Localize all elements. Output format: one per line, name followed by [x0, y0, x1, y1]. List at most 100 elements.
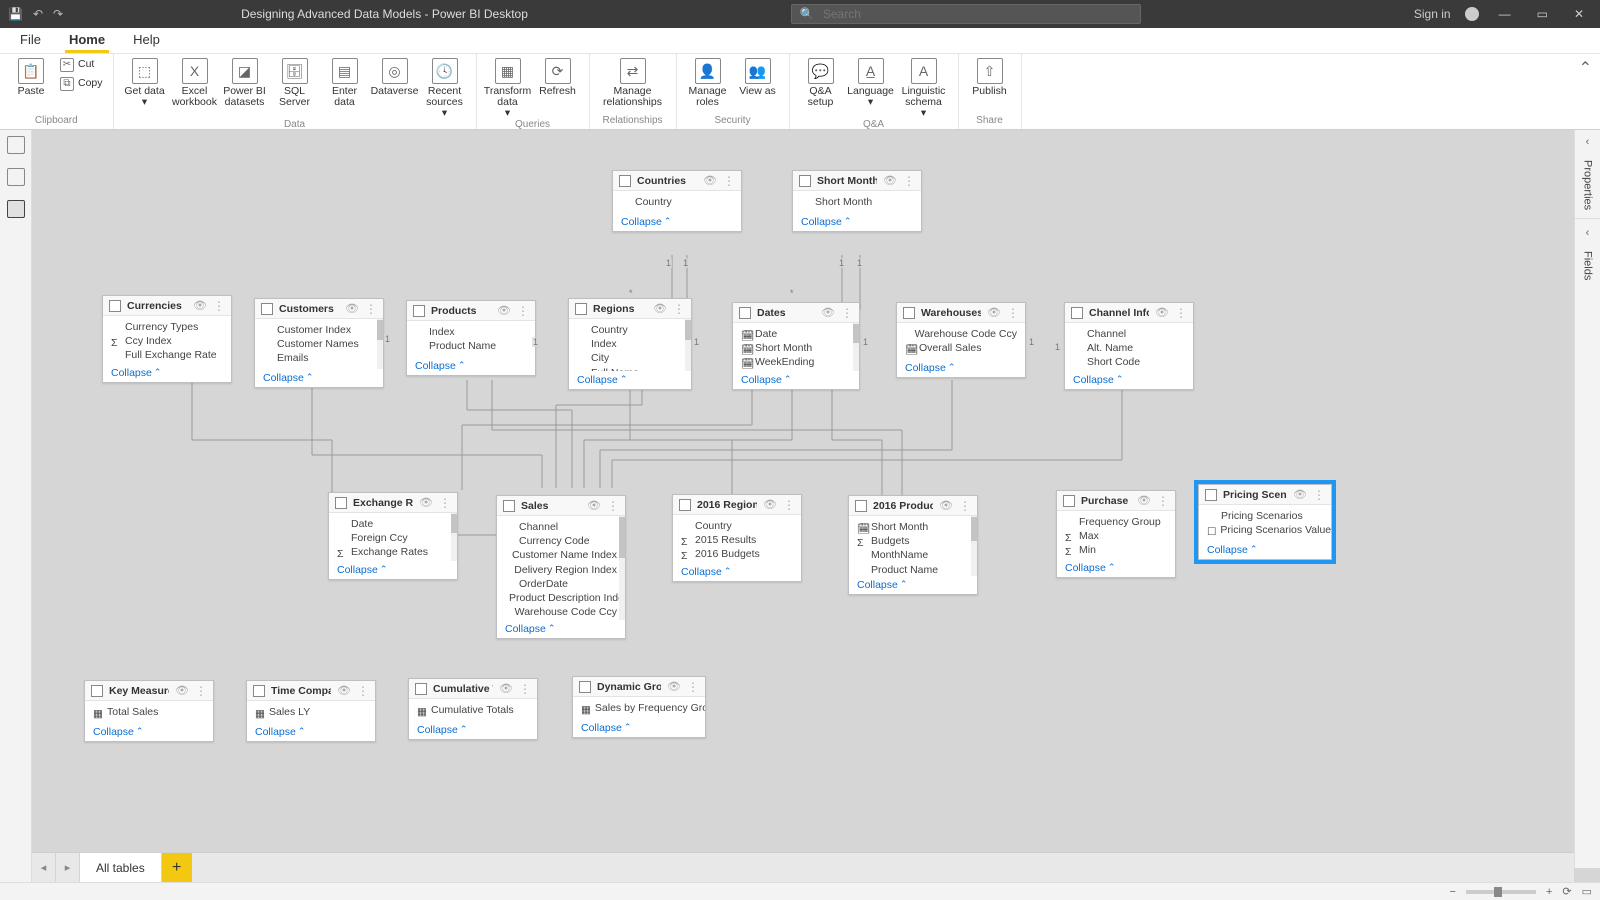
collapse-link[interactable]: Collapse⌃: [85, 723, 213, 741]
more-options-icon[interactable]: ⋮: [607, 499, 619, 513]
more-options-icon[interactable]: ⋮: [1157, 494, 1169, 508]
visibility-icon[interactable]: 👁: [939, 499, 953, 512]
field-row[interactable]: Short Month: [801, 195, 913, 209]
tab-help[interactable]: Help: [119, 28, 174, 53]
table-header[interactable]: Pricing Scenarios 👁 ⋮: [1199, 485, 1331, 505]
more-options-icon[interactable]: ⋮: [687, 680, 699, 694]
zoom-in-button[interactable]: +: [1546, 886, 1552, 898]
field-scrollbar[interactable]: [853, 323, 859, 371]
more-options-icon[interactable]: ⋮: [517, 304, 529, 318]
field-row[interactable]: Customer Names: [263, 337, 375, 351]
collapse-link[interactable]: Collapse⌃: [849, 576, 977, 594]
table-header[interactable]: Countries 👁 ⋮: [613, 171, 741, 191]
user-avatar-icon[interactable]: [1465, 7, 1479, 21]
collapse-link[interactable]: Collapse⌃: [247, 723, 375, 741]
visibility-icon[interactable]: 👁: [337, 684, 351, 697]
excel-button[interactable]: XExcel workbook: [172, 56, 218, 108]
visibility-icon[interactable]: 👁: [883, 174, 897, 187]
table-header[interactable]: Dynamic Grouping 👁 ⋮: [573, 677, 705, 697]
field-row[interactable]: Currency Code: [505, 534, 617, 548]
collapse-link[interactable]: Collapse⌃: [1065, 371, 1193, 389]
more-options-icon[interactable]: ⋮: [365, 302, 377, 316]
zoom-slider[interactable]: [1466, 890, 1536, 894]
pbi-datasets-button[interactable]: ◪Power BI datasets: [222, 56, 268, 108]
more-options-icon[interactable]: ⋮: [959, 499, 971, 513]
field-row[interactable]: ▦Sales by Frequency Group: [581, 701, 697, 715]
linguistic-schema-button[interactable]: ALinguistic schema▾: [898, 56, 950, 119]
table-pricing-scenarios[interactable]: Pricing Scenarios 👁 ⋮ Pricing Scenarios☐…: [1198, 484, 1332, 560]
more-options-icon[interactable]: ⋮: [783, 498, 795, 512]
collapse-link[interactable]: Collapse⌃: [569, 371, 691, 389]
table-header[interactable]: Regions 👁 ⋮: [569, 299, 691, 319]
minimize-button[interactable]: —: [1493, 7, 1517, 21]
field-row[interactable]: City: [577, 351, 683, 365]
field-row[interactable]: Full Exchange Rate: [111, 348, 223, 362]
properties-expand-button[interactable]: ‹: [1586, 130, 1590, 154]
field-scrollbar[interactable]: [377, 319, 383, 369]
table-header[interactable]: Exchange Rates 👁 ⋮: [329, 493, 457, 513]
table-key-measures[interactable]: Key Measures 👁 ⋮ ▦Total Sales Collapse⌃: [84, 680, 214, 742]
qa-setup-button[interactable]: 💬Q&A setup: [798, 56, 844, 108]
page-tab-all-tables[interactable]: All tables: [80, 853, 162, 882]
visibility-icon[interactable]: 👁: [821, 306, 835, 319]
close-button[interactable]: ✕: [1568, 7, 1590, 21]
field-row[interactable]: Country: [577, 323, 683, 337]
table-regional-budget[interactable]: 2016 Regional Budget 👁 ⋮ CountryΣ2015 Re…: [672, 494, 802, 582]
field-row[interactable]: Country: [681, 519, 793, 533]
save-icon[interactable]: 💾: [8, 7, 23, 21]
field-scrollbar[interactable]: [971, 516, 977, 576]
collapse-link[interactable]: Collapse⌃: [613, 213, 741, 231]
add-page-button[interactable]: +: [162, 853, 192, 882]
visibility-icon[interactable]: 👁: [1155, 306, 1169, 319]
fields-expand-button[interactable]: ‹: [1586, 221, 1590, 245]
field-row[interactable]: Date: [337, 517, 449, 531]
language-button[interactable]: A̲Language▾: [848, 56, 894, 108]
field-row[interactable]: ΣExchange Rates: [337, 545, 449, 559]
more-options-icon[interactable]: ⋮: [723, 174, 735, 188]
manage-relationships-button[interactable]: ⇄Manage relationships: [598, 56, 668, 108]
visibility-icon[interactable]: 👁: [497, 304, 511, 317]
field-row[interactable]: Pricing Scenarios: [1207, 509, 1323, 523]
zoom-out-button[interactable]: −: [1450, 886, 1456, 898]
field-row[interactable]: ▦Sales LY: [255, 705, 367, 719]
visibility-icon[interactable]: 👁: [987, 306, 1001, 319]
properties-pane-label[interactable]: Properties: [1582, 154, 1594, 216]
undo-icon[interactable]: ↶: [33, 7, 43, 21]
more-options-icon[interactable]: ⋮: [1007, 306, 1019, 320]
visibility-icon[interactable]: 👁: [1137, 494, 1151, 507]
table-time-comparison[interactable]: Time Comparison 👁 ⋮ ▦Sales LY Collapse⌃: [246, 680, 376, 742]
cut-button[interactable]: ✂Cut: [58, 56, 105, 74]
field-row[interactable]: Product Name: [415, 339, 527, 353]
field-row[interactable]: Country: [621, 195, 733, 209]
table-header[interactable]: 2016 Regional Budget 👁 ⋮: [673, 495, 801, 515]
table-regions[interactable]: Regions 👁 ⋮ CountryIndexCityFull Name Co…: [568, 298, 692, 390]
collapse-link[interactable]: Collapse⌃: [255, 369, 383, 387]
more-options-icon[interactable]: ⋮: [357, 684, 369, 698]
view-as-button[interactable]: 👥View as: [735, 56, 781, 97]
collapse-link[interactable]: Collapse⌃: [329, 561, 457, 579]
field-row[interactable]: Channel: [1073, 327, 1185, 341]
field-row[interactable]: 🗓Overall Sales: [905, 341, 1017, 355]
collapse-link[interactable]: Collapse⌃: [573, 719, 705, 737]
tab-file[interactable]: File: [6, 28, 55, 53]
field-row[interactable]: 🗓Short Month: [741, 341, 851, 355]
more-options-icon[interactable]: ⋮: [673, 302, 685, 316]
visibility-icon[interactable]: 👁: [1293, 488, 1307, 501]
collapse-link[interactable]: Collapse⌃: [1199, 541, 1331, 559]
visibility-icon[interactable]: 👁: [499, 682, 513, 695]
field-row[interactable]: 🗓Date: [741, 327, 851, 341]
table-short-months[interactable]: Short Months 👁 ⋮ Short Month Collapse⌃: [792, 170, 922, 232]
more-options-icon[interactable]: ⋮: [439, 496, 451, 510]
table-header[interactable]: Dates 👁 ⋮: [733, 303, 859, 323]
model-view-icon[interactable]: [7, 200, 25, 218]
visibility-icon[interactable]: 👁: [703, 174, 717, 187]
collapse-link[interactable]: Collapse⌃: [1057, 559, 1175, 577]
copy-button[interactable]: ⧉Copy: [58, 75, 105, 93]
field-row[interactable]: ΣBudgets: [857, 534, 969, 548]
fit-to-page-button[interactable]: ⟳: [1562, 885, 1571, 898]
fields-pane-label[interactable]: Fields: [1582, 245, 1594, 286]
table-currencies[interactable]: Currencies 👁 ⋮ Currency TypesΣCcy IndexF…: [102, 295, 232, 383]
field-row[interactable]: OrderDate: [505, 577, 617, 591]
more-options-icon[interactable]: ⋮: [213, 299, 225, 313]
table-sales[interactable]: Sales 👁 ⋮ ChannelCurrency CodeCustomer N…: [496, 495, 626, 639]
